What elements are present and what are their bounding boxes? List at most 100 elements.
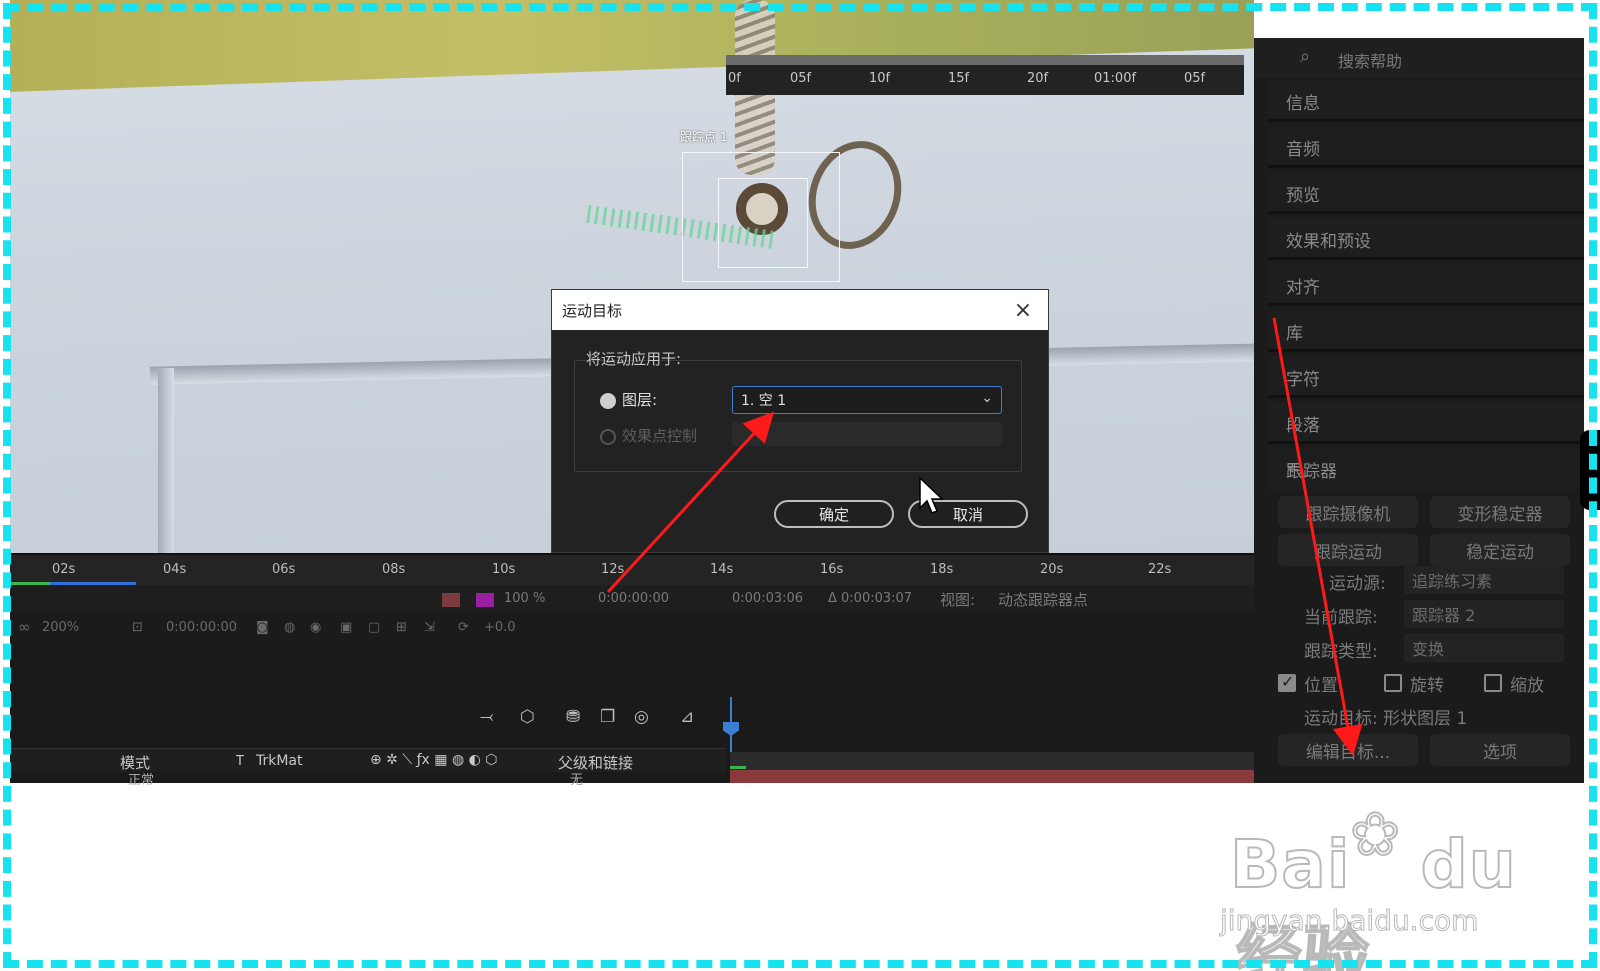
magnification-dropdown[interactable]: 200% — [42, 620, 79, 635]
tab-paragraph[interactable]: 段落 — [1268, 402, 1584, 444]
search-input[interactable]: 搜索帮助 — [1338, 48, 1402, 72]
scale-checkbox[interactable] — [1484, 674, 1502, 692]
dialog-title: 运动目标 — [562, 301, 623, 320]
ruler-tick: 16s — [820, 562, 844, 577]
close-icon[interactable]: × — [1008, 295, 1038, 325]
timeline-tick: 0f — [728, 71, 741, 86]
apply-motion-label: 将运动应用于: — [586, 350, 682, 368]
flowchart-icon[interactable]: ⇲ — [424, 620, 435, 635]
mouse-cursor-icon — [919, 476, 944, 514]
region-icon[interactable]: ⊡ — [132, 620, 143, 635]
timeline-toolbar: ⤙ ⬡ ⛃ ❐ ◎ ⊿ — [480, 703, 740, 733]
layer-select[interactable]: 1. 空 1 ⌄ — [732, 386, 1002, 414]
panel-menu-icon[interactable]: ≡ — [1286, 457, 1566, 477]
ruler-tick: 08s — [382, 562, 406, 577]
search-icon: ⌕ — [1300, 46, 1311, 67]
camera-icon[interactable]: ◙ — [256, 620, 269, 635]
tab-info[interactable]: 信息 — [1268, 80, 1584, 122]
color-swatch-red[interactable] — [442, 593, 460, 607]
layer-column-headers: 模式 T TrkMat ⊕ ✲ ⟍ ƒx ▦ ◍ ◐ ⬡ 父级和链接 — [10, 748, 726, 772]
track-camera-button[interactable]: 跟踪摄像机 — [1278, 496, 1418, 528]
channel-icon[interactable]: ◍ — [284, 620, 295, 635]
current-time-display[interactable]: 0:00:00:00 — [166, 620, 237, 635]
warp-stabilizer-button[interactable]: 变形稳定器 — [1430, 496, 1570, 528]
layer-row[interactable]: 正常 无 — [10, 772, 726, 788]
mask-icon[interactable]: ▢ — [368, 620, 380, 635]
rotation-label: 旋转 — [1410, 676, 1444, 696]
frame-blend-icon[interactable]: ⛃ — [566, 707, 580, 727]
edit-target-button[interactable]: 编辑目标... — [1278, 734, 1418, 766]
3d-draft-icon[interactable]: ⬡ — [520, 707, 535, 727]
radio-layer[interactable] — [600, 393, 616, 409]
switches-icons: ⊕ ✲ ⟍ ƒx ▦ ◍ ◐ ⬡ — [370, 752, 498, 768]
track-motion-button[interactable]: 跟踪运动 — [1278, 534, 1418, 566]
position-checkbox[interactable] — [1278, 672, 1296, 692]
exposure-reset-icon[interactable]: ⟳ — [458, 620, 469, 635]
ruler-tick: 22s — [1148, 562, 1172, 577]
glasses-icon[interactable]: ∞ — [18, 618, 31, 636]
motion-source-label: 运动源: — [1329, 574, 1386, 594]
layer-mode-value[interactable]: 正常 — [128, 769, 154, 788]
ok-button[interactable]: 确定 — [774, 500, 894, 528]
tab-label: 信息 — [1286, 94, 1320, 114]
shy-layers-icon[interactable]: ⤙ — [480, 707, 494, 727]
grid-icon[interactable]: ▣ — [340, 620, 352, 635]
timeline-tick: 20f — [1027, 71, 1049, 86]
tab-effects-presets[interactable]: 效果和预设 — [1268, 218, 1584, 260]
rotation-checkbox[interactable] — [1384, 674, 1402, 692]
current-track-dropdown[interactable]: 跟踪器 2 — [1404, 600, 1564, 628]
tab-library[interactable]: 库 — [1268, 310, 1584, 352]
tab-label: 预览 — [1286, 186, 1320, 206]
in-point-time[interactable]: 0:00:00:00 — [598, 591, 669, 606]
transparency-icon[interactable]: ⊞ — [396, 620, 407, 635]
column-trkmat[interactable]: TrkMat — [256, 753, 303, 769]
tab-label: 字符 — [1286, 370, 1320, 390]
tab-label: 段落 — [1286, 416, 1320, 436]
color-swatch-magenta[interactable] — [476, 593, 494, 607]
chevron-down-icon: ⌄ — [981, 390, 993, 406]
tab-tracker[interactable]: 跟踪器 ≡ — [1268, 448, 1584, 490]
timeline-ruler[interactable]: 0f 05f 10f 15f 20f 01:00f 05f — [726, 55, 1244, 95]
watermark-url: jingyan.baidu.com — [1219, 904, 1479, 938]
radio-effect-point[interactable] — [600, 429, 616, 445]
track-feature-region[interactable] — [718, 178, 808, 268]
tab-audio[interactable]: 音频 — [1268, 126, 1584, 168]
work-area-bar[interactable] — [726, 55, 1244, 65]
motion-source-dropdown[interactable]: 追踪练习素 — [1404, 566, 1564, 594]
timeline-tick: 15f — [948, 71, 970, 86]
graph-editor-icon[interactable]: ◎ — [634, 707, 649, 727]
tab-label: 对齐 — [1286, 278, 1320, 298]
radio-layer-label: 图层: — [622, 391, 658, 409]
tab-align[interactable]: 对齐 — [1268, 264, 1584, 306]
timeline-tick: 05f — [790, 71, 812, 86]
stabilize-motion-button[interactable]: 稳定运动 — [1430, 534, 1570, 566]
radio-effect-point-label: 效果点控制 — [622, 427, 698, 445]
track-type-label: 跟踪类型: — [1304, 642, 1378, 662]
apply-motion-group — [574, 360, 1022, 472]
help-search[interactable]: ⌕ 搜索帮助 — [1254, 38, 1584, 78]
layer-parent-value[interactable]: 无 — [570, 769, 583, 788]
tab-character[interactable]: 字符 — [1268, 356, 1584, 398]
ruler-tick: 18s — [930, 562, 954, 577]
out-point-time[interactable]: 0:00:03:06 — [732, 591, 803, 606]
track-type-dropdown[interactable]: 变换 — [1404, 634, 1564, 662]
zoom-percent[interactable]: 100 % — [504, 591, 545, 606]
position-label: 位置 — [1304, 676, 1338, 696]
motion-blur-icon[interactable]: ❐ — [600, 707, 615, 727]
time-ruler[interactable]: 02s 04s 06s 08s 10s 12s 14s 16s 18s 20s … — [10, 553, 1254, 585]
motion-target-label: 运动目标: 形状图层 1 — [1304, 709, 1468, 729]
ruler-tick: 02s — [52, 562, 76, 577]
side-panel-notch — [1580, 430, 1600, 510]
tab-preview[interactable]: 预览 — [1268, 172, 1584, 214]
column-t[interactable]: T — [236, 754, 244, 769]
exposure-value[interactable]: +0.0 — [484, 620, 516, 635]
graph-icon[interactable]: ⊿ — [680, 707, 694, 727]
options-button[interactable]: 选项 — [1430, 734, 1570, 766]
view-dropdown[interactable]: 动态跟踪器点 — [998, 589, 1088, 610]
layer-duration-bar[interactable] — [730, 770, 1254, 783]
tab-label: 音频 — [1286, 140, 1320, 160]
ruler-tick: 20s — [1040, 562, 1064, 577]
rgb-icon[interactable]: ◉ — [310, 620, 321, 635]
dialog-titlebar: 运动目标 × — [552, 290, 1048, 330]
viewer-toolbar: ∞ 200% ⊡ 0:00:00:00 ◙ ◍ ◉ ▣ ▢ ⊞ ⇲ ⟳ +0.0 — [10, 613, 1254, 643]
